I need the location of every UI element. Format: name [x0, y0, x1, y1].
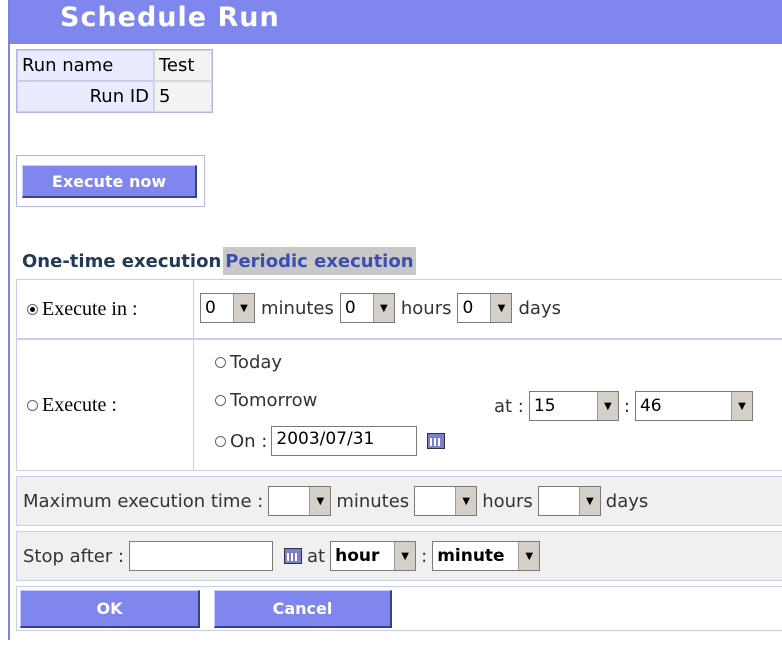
today-label: Today [230, 352, 283, 373]
days-label: days [518, 297, 561, 319]
stop-colon: : [421, 545, 428, 567]
run-name-label: Run name [17, 50, 154, 81]
stop-at-label: at [307, 545, 326, 567]
stop-after-controls: Stop after : at hour ▼ : minute ▼ [23, 541, 541, 571]
max-hours-label: hours [482, 490, 533, 512]
stop-after-hour-select[interactable]: hour ▼ [330, 541, 417, 571]
today-radio[interactable] [215, 357, 226, 368]
chevron-down-icon: ▼ [394, 542, 416, 570]
cancel-button[interactable]: Cancel [214, 590, 392, 628]
execute-in-days-select[interactable]: 0 ▼ [457, 293, 513, 323]
max-time-row: Maximum execution time : ▼ minutes ▼ hou… [16, 476, 782, 526]
chevron-down-icon: ▼ [596, 392, 618, 420]
run-id-value: 5 [154, 81, 212, 112]
execute-in-label: Execute in : [42, 297, 138, 320]
execute-at-time: at : 15 ▼ : 46 ▼ [494, 391, 753, 421]
date-input[interactable]: 2003/07/31 [271, 426, 418, 456]
today-option[interactable]: Today [215, 352, 282, 373]
execute-at-minute-select[interactable]: 46 ▼ [634, 391, 753, 421]
tab-one-time-execution[interactable]: One-time execution [20, 247, 223, 275]
on-label: On : [230, 430, 268, 452]
max-days-label: days [605, 490, 649, 512]
chevron-down-icon: ▼ [490, 294, 512, 322]
execute-in-label-cell: Execute in : [17, 280, 194, 338]
max-time-controls: Maximum execution time : ▼ minutes ▼ hou… [23, 486, 648, 516]
execute-at-label-cell: Execute : [17, 340, 194, 470]
chevron-down-icon: ▼ [309, 487, 331, 515]
stop-after-date-input[interactable] [129, 541, 274, 571]
execution-tabs: One-time execution Periodic execution [20, 247, 416, 275]
ok-button[interactable]: OK [20, 590, 200, 628]
chevron-down-icon: ▼ [518, 542, 540, 570]
execute-at-label: Execute : [42, 393, 117, 416]
actions-row: OK Cancel [16, 586, 782, 631]
title-bar: Schedule Run [10, 0, 782, 44]
at-label: at : [494, 395, 524, 417]
hours-label: hours [400, 297, 452, 319]
chevron-down-icon: ▼ [578, 487, 600, 515]
max-time-label: Maximum execution time : [23, 490, 264, 512]
minutes-label: minutes [261, 297, 334, 319]
run-id-row: Run ID 5 [17, 81, 212, 112]
calendar-icon[interactable] [427, 433, 446, 449]
execute-now-button[interactable]: Execute now [22, 165, 197, 198]
chevron-down-icon: ▼ [372, 294, 394, 322]
stop-after-minute-select[interactable]: minute ▼ [432, 541, 541, 571]
stop-after-row: Stop after : at hour ▼ : minute ▼ [16, 531, 782, 581]
execute-at-hour-select[interactable]: 15 ▼ [528, 391, 619, 421]
max-time-days-select[interactable]: ▼ [537, 486, 601, 516]
on-date-option: On : 2003/07/31 [215, 426, 446, 456]
page-title: Schedule Run [60, 2, 280, 33]
run-name-value: Test [154, 50, 212, 81]
tomorrow-label: Tomorrow [230, 390, 318, 411]
stop-after-label: Stop after : [23, 545, 125, 567]
calendar-icon[interactable] [284, 548, 303, 564]
on-date-radio[interactable] [215, 435, 226, 447]
chevron-down-icon: ▼ [455, 487, 477, 515]
execute-in-minutes-select[interactable]: 0 ▼ [200, 293, 255, 323]
time-colon: : [623, 395, 630, 417]
tab-periodic-execution[interactable]: Periodic execution [223, 247, 416, 275]
tomorrow-radio[interactable] [215, 395, 226, 406]
run-id-label: Run ID [17, 81, 154, 112]
execute-in-row: Execute in : 0 ▼ minutes 0 ▼ hours 0 ▼ days [16, 279, 782, 339]
execute-at-radio[interactable] [27, 399, 38, 411]
execute-in-radio[interactable] [27, 303, 38, 315]
max-time-minutes-select[interactable]: ▼ [268, 486, 332, 516]
run-info-table: Run name Test Run ID 5 [16, 49, 213, 113]
run-name-row: Run name Test [17, 50, 212, 81]
chevron-down-icon: ▼ [233, 294, 254, 322]
max-minutes-label: minutes [336, 490, 410, 512]
max-time-hours-select[interactable]: ▼ [414, 486, 478, 516]
execute-now-box: Execute now [16, 155, 205, 207]
execute-in-controls: 0 ▼ minutes 0 ▼ hours 0 ▼ days [200, 293, 561, 323]
tomorrow-option[interactable]: Tomorrow [215, 390, 317, 411]
chevron-down-icon: ▼ [730, 392, 752, 420]
execute-in-hours-select[interactable]: 0 ▼ [339, 293, 395, 323]
execute-at-row: Execute : Today Tomorrow On : 2003/07/31… [16, 339, 782, 471]
